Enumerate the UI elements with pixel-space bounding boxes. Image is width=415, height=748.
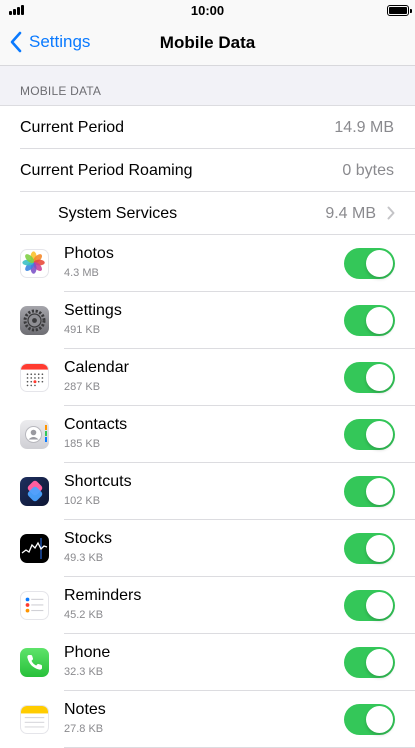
- app-row-stocks: Stocks 49.3 KB: [0, 520, 415, 577]
- photos-icon: [20, 249, 49, 278]
- app-row-calendar: Calendar 287 KB: [0, 349, 415, 406]
- app-name: Contacts: [64, 416, 128, 433]
- app-name: Notes: [64, 701, 106, 718]
- app-usage: 287 KB: [64, 381, 101, 393]
- app-name: Calendar: [64, 359, 129, 376]
- current-period-roaming-row: Current Period Roaming 0 bytes: [0, 149, 415, 192]
- app-usage: 27.8 KB: [64, 723, 104, 735]
- app-usage: 45.2 KB: [64, 609, 104, 621]
- current-period-roaming-label: Current Period Roaming: [20, 161, 193, 179]
- contacts-icon: [20, 420, 49, 449]
- reminders-icon: [20, 591, 49, 620]
- page-title: Mobile Data: [159, 33, 256, 52]
- app-row-reminders: Reminders 45.2 KB: [0, 577, 415, 634]
- phone-mobile-data-toggle[interactable]: [344, 647, 395, 678]
- app-name: Photos: [64, 245, 114, 262]
- app-usage: 32.3 KB: [64, 666, 104, 678]
- status-bar: 10:00: [0, 0, 415, 22]
- system-services-value: 9.4 MB: [325, 204, 376, 222]
- app-name: Settings: [64, 302, 122, 319]
- shortcuts-mobile-data-toggle[interactable]: [344, 476, 395, 507]
- app-row-notes: Notes 27.8 KB: [0, 691, 415, 748]
- system-services-row[interactable]: System Services 9.4 MB: [0, 192, 415, 235]
- app-name: Stocks: [64, 530, 113, 547]
- app-row-shortcuts: Shortcuts 102 KB: [0, 463, 415, 520]
- stocks-mobile-data-toggle[interactable]: [344, 533, 395, 564]
- notes-mobile-data-toggle[interactable]: [344, 704, 395, 735]
- phone-icon: [20, 648, 49, 677]
- settings-icon: [20, 306, 49, 335]
- current-period-value: 14.9 MB: [334, 118, 394, 136]
- app-row-contacts: Contacts 185 KB: [0, 406, 415, 463]
- notes-icon: [20, 705, 49, 734]
- current-period-roaming-value: 0 bytes: [342, 161, 394, 179]
- app-name: Phone: [64, 644, 111, 661]
- current-period-label: Current Period: [20, 118, 125, 136]
- settings-mobile-data-toggle[interactable]: [344, 305, 395, 336]
- reminders-mobile-data-toggle[interactable]: [344, 590, 395, 621]
- photos-mobile-data-toggle[interactable]: [344, 248, 395, 279]
- mobile-data-list: Current Period 14.9 MB Current Period Ro…: [0, 105, 415, 748]
- app-usage: 185 KB: [64, 438, 101, 450]
- contacts-mobile-data-toggle[interactable]: [344, 419, 395, 450]
- current-period-row: Current Period 14.9 MB: [0, 106, 415, 149]
- app-name: Reminders: [64, 587, 142, 604]
- section-header: MOBILE DATA: [20, 84, 102, 98]
- app-usage: 102 KB: [64, 495, 101, 507]
- app-name: Shortcuts: [64, 473, 132, 490]
- app-usage: 4.3 MB: [64, 267, 99, 279]
- stocks-icon: [20, 534, 49, 563]
- system-services-label: System Services: [58, 204, 178, 222]
- navigation-bar: Settings Mobile Data: [0, 22, 415, 66]
- app-usage: 491 KB: [64, 324, 101, 336]
- battery-icon: [387, 5, 412, 16]
- calendar-icon: [20, 363, 49, 392]
- app-row-phone: Phone 32.3 KB: [0, 634, 415, 691]
- app-row-photos: Photos 4.3 MB: [0, 235, 415, 292]
- calendar-mobile-data-toggle[interactable]: [344, 362, 395, 393]
- status-time: 10:00: [190, 3, 225, 18]
- app-usage: 49.3 KB: [64, 552, 104, 564]
- app-row-settings: Settings 491 KB: [0, 292, 415, 349]
- shortcuts-icon: [20, 477, 49, 506]
- chevron-right-icon: [387, 206, 395, 220]
